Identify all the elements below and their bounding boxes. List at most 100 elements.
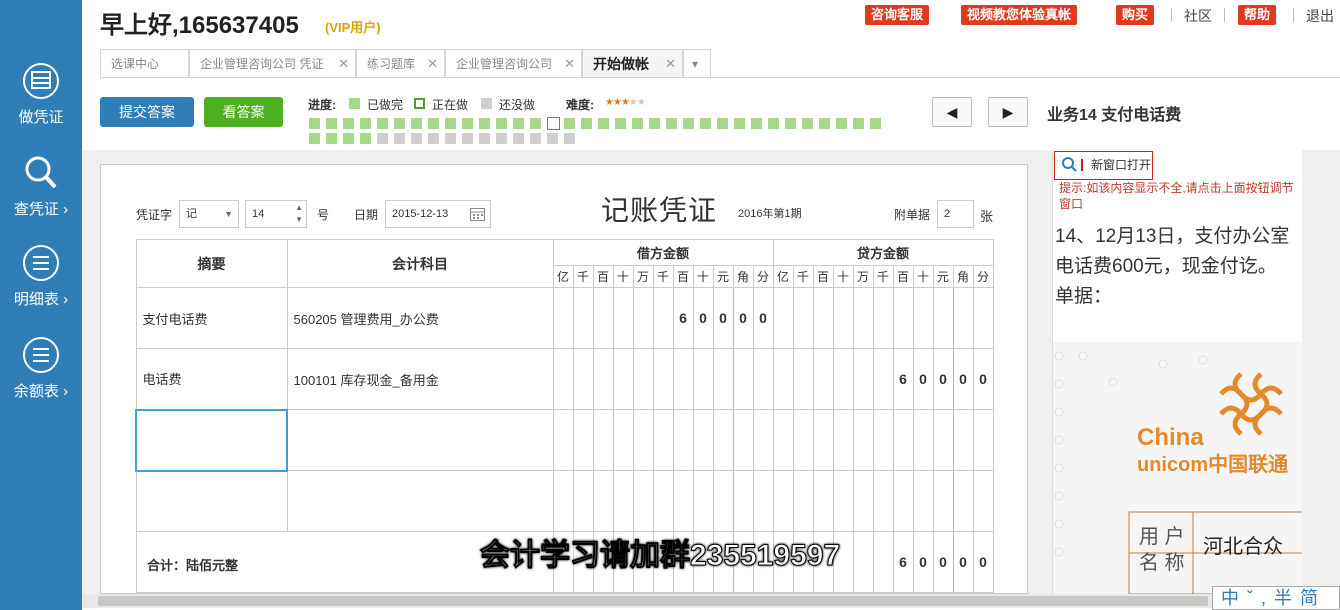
credit-digit-cell[interactable] (852, 287, 874, 349)
credit-digit-cell[interactable] (872, 348, 894, 410)
progress-cell[interactable] (445, 118, 456, 129)
credit-digit-cell[interactable] (812, 348, 834, 410)
close-icon[interactable]: ✕ (665, 50, 676, 78)
credit-digit-cell[interactable]: 0 (912, 531, 934, 593)
credit-digit-cell[interactable] (792, 287, 814, 349)
progress-cell[interactable] (445, 133, 456, 144)
credit-digit-cell[interactable] (812, 409, 834, 471)
summary-cell[interactable] (135, 470, 288, 532)
horizontal-scrollbar[interactable] (82, 594, 1340, 608)
progress-cell[interactable] (377, 118, 388, 129)
credit-digit-cell[interactable] (832, 470, 854, 532)
credit-digit-cell[interactable] (972, 470, 994, 532)
sidebar-item-search-voucher[interactable]: 查凭证 › (0, 154, 82, 224)
credit-digit-cell[interactable] (912, 470, 934, 532)
progress-cell[interactable] (564, 118, 575, 129)
close-icon[interactable]: ✕ (338, 50, 349, 78)
tab-start-bookkeeping[interactable]: 开始做帐 ✕ (582, 49, 683, 77)
progress-cell[interactable] (428, 118, 439, 129)
help-button[interactable]: 帮助 (1238, 5, 1277, 25)
debit-digit-cell[interactable] (592, 348, 614, 410)
progress-cell[interactable] (785, 118, 796, 129)
credit-digit-cell[interactable]: 0 (912, 348, 934, 410)
debit-digit-cell[interactable] (632, 348, 654, 410)
progress-grid[interactable] (309, 117, 909, 146)
debit-digit-cell[interactable] (732, 470, 754, 532)
credit-digit-cell[interactable] (932, 287, 954, 349)
community-link[interactable]: 社区 (1184, 6, 1212, 26)
debit-digit-cell[interactable] (672, 470, 694, 532)
progress-cell[interactable] (649, 118, 660, 129)
progress-cell[interactable] (360, 133, 371, 144)
progress-cell[interactable] (428, 133, 439, 144)
progress-cell[interactable] (547, 133, 558, 144)
progress-cell[interactable] (615, 118, 626, 129)
tab-dropdown[interactable]: ▾ (683, 49, 711, 77)
debit-digit-cell[interactable]: 0 (732, 287, 754, 349)
credit-digit-cell[interactable]: 0 (952, 348, 974, 410)
debit-digit-cell[interactable]: 0 (752, 287, 774, 349)
debit-digit-cell[interactable]: 0 (692, 287, 714, 349)
debit-digit-cell[interactable] (552, 348, 574, 410)
credit-digit-cell[interactable] (792, 409, 814, 471)
view-answer-button[interactable]: 看答案 (204, 97, 283, 127)
progress-cell[interactable] (598, 118, 609, 129)
credit-digit-cell[interactable] (872, 470, 894, 532)
progress-cell[interactable] (411, 118, 422, 129)
sidebar-item-balance[interactable]: 余额表 › (0, 336, 82, 406)
stepper-down-icon[interactable]: ▼ (295, 207, 303, 233)
debit-digit-cell[interactable] (652, 470, 674, 532)
debit-digit-cell[interactable] (612, 470, 634, 532)
progress-cell[interactable] (309, 133, 320, 144)
debit-digit-cell[interactable] (652, 348, 674, 410)
progress-cell[interactable] (530, 133, 541, 144)
credit-digit-cell[interactable] (832, 409, 854, 471)
credit-digit-cell[interactable] (792, 348, 814, 410)
debit-digit-cell[interactable] (652, 409, 674, 471)
tab-exercise-bank[interactable]: 练习题库 ✕ (356, 49, 445, 77)
credit-digit-cell[interactable] (972, 409, 994, 471)
progress-cell[interactable] (632, 118, 643, 129)
debit-digit-cell[interactable] (692, 409, 714, 471)
debit-digit-cell[interactable] (612, 348, 634, 410)
credit-digit-cell[interactable]: 6 (892, 531, 914, 593)
progress-cell[interactable] (530, 118, 541, 129)
credit-digit-cell[interactable] (832, 348, 854, 410)
debit-digit-cell[interactable] (552, 470, 574, 532)
progress-cell[interactable] (462, 118, 473, 129)
attach-count-input[interactable]: 2 (937, 200, 974, 228)
video-tutorial-button[interactable]: 视频教您体验真帐 (961, 5, 1078, 25)
open-new-window-button[interactable]: 新窗口打开 (1054, 151, 1153, 180)
credit-digit-cell[interactable] (852, 470, 874, 532)
credit-digit-cell[interactable]: 0 (952, 531, 974, 593)
credit-digit-cell[interactable] (892, 470, 914, 532)
debit-digit-cell[interactable] (752, 348, 774, 410)
tab-course-center[interactable]: 选课中心 (100, 49, 189, 77)
credit-digit-cell[interactable] (872, 287, 894, 349)
summary-cell[interactable] (135, 408, 288, 472)
summary-cell[interactable]: 支付电话费 (135, 287, 288, 349)
prev-business-button[interactable]: ◀ (932, 97, 972, 127)
credit-digit-cell[interactable] (852, 409, 874, 471)
credit-digit-cell[interactable] (932, 470, 954, 532)
debit-digit-cell[interactable]: 0 (712, 287, 734, 349)
submit-answer-button[interactable]: 提交答案 (100, 97, 194, 127)
debit-digit-cell[interactable] (572, 348, 594, 410)
debit-digit-cell[interactable] (752, 470, 774, 532)
progress-cell[interactable] (326, 133, 337, 144)
progress-cell[interactable] (411, 133, 422, 144)
tab-company[interactable]: 企业管理咨询公司 ✕ (445, 49, 582, 77)
credit-digit-cell[interactable] (852, 531, 874, 593)
progress-cell[interactable] (479, 118, 490, 129)
credit-digit-cell[interactable] (892, 287, 914, 349)
progress-cell[interactable] (309, 118, 320, 129)
debit-digit-cell[interactable] (692, 470, 714, 532)
credit-digit-cell[interactable]: 0 (932, 531, 954, 593)
progress-cell[interactable] (819, 118, 830, 129)
voucher-word-select[interactable]: 记 ▼ (179, 200, 239, 228)
debit-digit-cell[interactable] (692, 348, 714, 410)
ime-toolbar[interactable]: 中ˇ,半简 (1212, 586, 1340, 610)
debit-digit-cell[interactable] (552, 409, 574, 471)
account-cell[interactable] (286, 470, 554, 532)
progress-cell[interactable] (734, 118, 745, 129)
